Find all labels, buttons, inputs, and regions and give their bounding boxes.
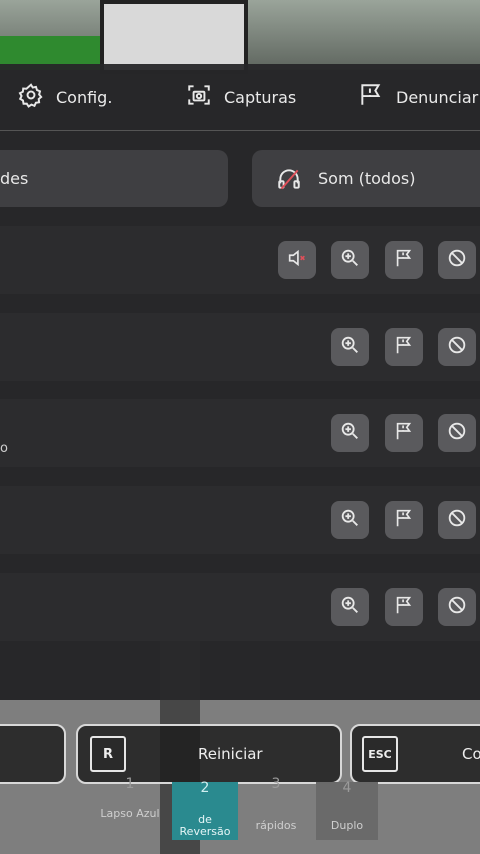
player-row: o	[0, 399, 480, 467]
captures-label: Capturas	[224, 87, 297, 107]
config-tab[interactable]: Config.	[18, 64, 112, 130]
restart-button[interactable]: R Reiniciar	[76, 724, 342, 784]
hotbar-slot[interactable]: 4 Duplo	[316, 780, 378, 840]
block-button[interactable]	[438, 588, 476, 626]
zoom-button[interactable]	[331, 241, 369, 279]
hotbar-slot[interactable]: 1 Lapso Azul	[98, 776, 162, 820]
player-row	[0, 226, 480, 294]
flag-icon	[393, 247, 415, 273]
esc-key-hint: ESC	[362, 736, 398, 772]
player-row	[0, 313, 480, 381]
flag-icon	[393, 420, 415, 446]
top-bar: Config. Capturas Denunciar	[0, 64, 480, 131]
hotbar-slot-selected[interactable]: 2 de Reversão	[172, 780, 238, 840]
hotbar-slot[interactable]: 3 rápidos	[248, 776, 304, 832]
hotbar-slot-number: 2	[200, 780, 210, 796]
block-button[interactable]	[438, 501, 476, 539]
block-icon	[446, 507, 468, 533]
block-icon	[446, 420, 468, 446]
resume-label: Co	[462, 745, 480, 763]
zoom-in-icon	[339, 247, 361, 273]
block-icon	[446, 247, 468, 273]
hotbar-slot-label: de Reversão	[179, 813, 231, 838]
sound-all-label: Som (todos)	[318, 169, 416, 188]
player-row	[0, 573, 480, 641]
zoom-button[interactable]	[331, 414, 369, 452]
friends-pill[interactable]: des	[0, 150, 228, 207]
zoom-in-icon	[339, 420, 361, 446]
camera-icon	[186, 82, 212, 112]
zoom-button[interactable]	[331, 501, 369, 539]
gear-icon	[18, 82, 44, 112]
report-player-button[interactable]	[385, 414, 423, 452]
flag-icon	[393, 507, 415, 533]
zoom-in-icon	[339, 334, 361, 360]
block-button[interactable]	[438, 328, 476, 366]
report-player-button[interactable]	[385, 501, 423, 539]
hotbar-slot-label: Duplo	[330, 819, 364, 832]
block-button[interactable]	[438, 414, 476, 452]
report-player-button[interactable]	[385, 328, 423, 366]
zoom-in-icon	[339, 507, 361, 533]
player-row-name: o	[0, 441, 8, 456]
zoom-button[interactable]	[331, 588, 369, 626]
flag-icon	[393, 594, 415, 620]
hotbar-slot-label: rápidos	[255, 819, 297, 832]
report-player-button[interactable]	[385, 588, 423, 626]
zoom-button[interactable]	[331, 328, 369, 366]
report-flag-icon	[358, 82, 384, 112]
player-row	[0, 486, 480, 554]
hotbar-slot-number: 3	[271, 776, 281, 792]
block-icon	[446, 334, 468, 360]
report-label: Denunciar	[396, 87, 479, 107]
mute-button[interactable]	[278, 241, 316, 279]
report-player-button[interactable]	[385, 241, 423, 279]
report-tab[interactable]: Denunciar	[358, 64, 478, 130]
left-action-button[interactable]	[0, 724, 66, 784]
block-button[interactable]	[438, 241, 476, 279]
hotbar-slot-number: 1	[125, 776, 135, 792]
captures-tab[interactable]: Capturas	[186, 64, 296, 130]
restart-label: Reiniciar	[198, 745, 263, 763]
block-icon	[446, 594, 468, 620]
speaker-muted-icon	[286, 247, 308, 273]
flag-icon	[393, 334, 415, 360]
hotbar-slot-number: 4	[342, 780, 352, 796]
resume-button[interactable]: ESC Co	[350, 724, 480, 784]
headset-muted-icon	[276, 166, 302, 192]
hotbar-slot-label: Lapso Azul	[100, 807, 160, 820]
friends-pill-label: des	[0, 169, 29, 188]
r-key-hint: R	[90, 736, 126, 772]
sound-all-button[interactable]: Som (todos)	[252, 150, 480, 207]
zoom-in-icon	[339, 594, 361, 620]
config-label: Config.	[56, 87, 113, 107]
